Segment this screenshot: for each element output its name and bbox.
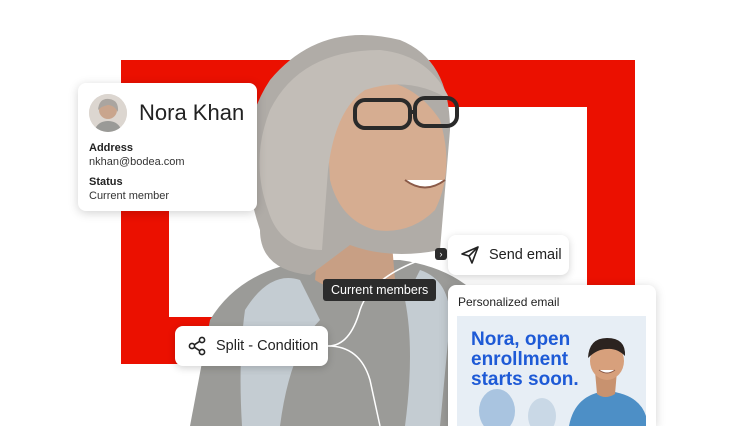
email-headline: Nora, open enrollment starts soon. [471,330,581,390]
headline-line: Nora, open [471,329,571,350]
email-card-title: Personalized email [458,295,560,309]
address-value: nkhan@bodea.com [89,156,185,168]
headline-line: enrollment [471,349,569,370]
paper-plane-icon [461,246,479,264]
address-label: Address [89,142,134,154]
chevron-right-icon: › [435,248,447,260]
headline-line: starts soon. [471,369,579,390]
send-email-node[interactable]: Send email [448,235,569,275]
contact-name: Nora Khan [139,100,245,125]
audience-tag: Current members [323,279,437,301]
personalized-email-card[interactable]: Personalized email Nora, open enrollment… [448,285,656,426]
send-email-label: Send email [489,247,562,263]
share-icon [188,336,206,356]
contact-profile-card[interactable]: Nora Khan Address nkhan@bodea.com Status… [78,83,257,211]
avatar [89,94,127,132]
status-label: Status [89,176,123,188]
split-condition-label: Split - Condition [216,338,319,354]
status-value: Current member [89,190,170,202]
email-banner: Nora, open enrollment starts soon. [457,316,646,426]
split-condition-node[interactable]: Split - Condition [175,326,328,366]
